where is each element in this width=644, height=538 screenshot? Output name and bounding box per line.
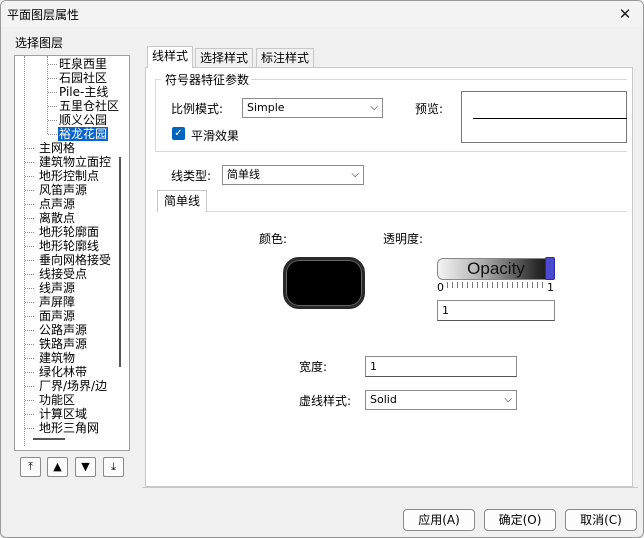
tree-item-child[interactable]: 石园社区 xyxy=(59,71,107,85)
fieldset-border xyxy=(155,79,156,151)
chevron-down-icon: ⌵ xyxy=(370,102,378,113)
tab-line-style[interactable]: 线样式 xyxy=(147,46,194,68)
dash-style-select[interactable]: Solid ⌵ xyxy=(365,390,517,410)
layer-properties-dialog: 平面图层属性 ✕ 选择图层 旺泉西里 石园社区 Pile-主线 五里仓社区 顺义… xyxy=(0,0,644,538)
opacity-slider-handle[interactable] xyxy=(545,257,555,280)
scale-mode-value: Simple xyxy=(247,101,285,114)
tab-selection-style[interactable]: 选择样式 xyxy=(195,48,254,67)
opacity-min: 0 xyxy=(437,281,444,294)
tree-connector xyxy=(47,56,48,134)
tree-item-child[interactable]: 顺义公园 xyxy=(59,113,107,127)
symbolizer-legend: 符号器特征参数 xyxy=(163,71,252,88)
opacity-label: 透明度: xyxy=(383,232,424,246)
tree-item[interactable]: 垂向网格接受 xyxy=(39,253,111,267)
tab-label-style[interactable]: 标注样式 xyxy=(256,48,315,67)
move-down-button[interactable]: ▼ xyxy=(75,457,96,477)
color-label: 颜色: xyxy=(259,232,288,246)
tree-item-child[interactable]: Pile-主线 xyxy=(59,85,108,99)
tree-horizontal-scrollbar[interactable] xyxy=(33,438,65,440)
tree-item[interactable]: 建筑物 xyxy=(39,351,75,365)
tree-item[interactable]: 建筑物立面控 xyxy=(39,155,111,169)
layer-group-label: 选择图层 xyxy=(15,36,64,50)
tab-simple-line[interactable]: 简单线 xyxy=(157,190,207,212)
opacity-max: 1 xyxy=(547,281,554,294)
tree-connector xyxy=(24,56,25,446)
fieldset-border xyxy=(251,79,627,80)
tree-item[interactable]: 地形轮廓面 xyxy=(39,225,99,239)
apply-button[interactable]: 应用(A) xyxy=(403,509,475,531)
panel-border xyxy=(142,487,638,490)
smooth-checkbox[interactable]: ✓ xyxy=(172,127,185,140)
tree-item[interactable]: 点声源 xyxy=(39,197,75,211)
tree-item[interactable]: 功能区 xyxy=(39,393,75,407)
scale-mode-label: 比例模式: xyxy=(171,102,224,116)
tree-item[interactable]: 计算区域 xyxy=(39,407,87,421)
ok-button[interactable]: 确定(O) xyxy=(484,509,556,531)
tree-item[interactable]: 面声源 xyxy=(39,309,75,323)
move-top-button[interactable]: ⤒ xyxy=(20,457,41,477)
preview-box xyxy=(461,91,627,143)
line-type-value: 简单线 xyxy=(227,168,260,181)
tree-vertical-scrollbar[interactable] xyxy=(119,157,121,367)
smooth-label: 平滑效果 xyxy=(191,129,240,143)
subtab-border xyxy=(207,211,627,212)
line-type-select[interactable]: 简单线 ⌵ xyxy=(222,165,364,185)
width-label: 宽度: xyxy=(299,360,328,374)
opacity-ticks xyxy=(447,282,543,288)
title-bar: 平面图层属性 ✕ xyxy=(1,1,643,27)
opacity-slider[interactable]: Opacity xyxy=(437,258,555,280)
cancel-button[interactable]: 取消(C) xyxy=(565,509,637,531)
fieldset-border xyxy=(155,151,627,152)
layer-tree[interactable]: 旺泉西里 石园社区 Pile-主线 五里仓社区 顺义公园 裕龙花园 主网格 建筑… xyxy=(14,55,130,451)
width-input[interactable]: 1 xyxy=(365,356,517,377)
move-bottom-button[interactable]: ⤓ xyxy=(103,457,124,477)
color-swatch-button[interactable] xyxy=(283,257,365,309)
tree-item-child[interactable]: 旺泉西里 xyxy=(59,57,107,71)
tree-item[interactable]: 声屏障 xyxy=(39,295,75,309)
tree-item[interactable]: 离散点 xyxy=(39,211,75,225)
tree-item[interactable]: 主网格 xyxy=(39,141,75,155)
preview-line xyxy=(473,118,627,119)
tree-item[interactable]: 地形控制点 xyxy=(39,169,99,183)
window-title: 平面图层属性 xyxy=(7,8,80,22)
opacity-input[interactable]: 1 xyxy=(437,300,555,321)
tree-item[interactable]: 线声源 xyxy=(39,281,75,295)
tree-item[interactable]: 线接受点 xyxy=(39,267,87,281)
tree-item[interactable]: 公路声源 xyxy=(39,323,87,337)
move-up-button[interactable]: ▲ xyxy=(47,457,68,477)
dash-style-label: 虚线样式: xyxy=(299,394,352,408)
tree-item[interactable]: 风笛声源 xyxy=(39,183,87,197)
tree-item-child[interactable]: 五里仓社区 xyxy=(59,99,119,113)
dash-style-value: Solid xyxy=(370,393,397,406)
scale-mode-select[interactable]: Simple ⌵ xyxy=(242,98,383,118)
tree-item[interactable]: 绿化林带 xyxy=(39,365,87,379)
chevron-down-icon: ⌵ xyxy=(504,394,512,405)
line-type-label: 线类型: xyxy=(171,169,212,183)
tree-item[interactable]: 地形轮廓线 xyxy=(39,239,99,253)
tree-item[interactable]: 地形三角网 xyxy=(39,421,99,435)
tree-item[interactable]: 厂界/场界/边 xyxy=(39,379,107,393)
tree-item-selected[interactable]: 裕龙花园 xyxy=(58,127,109,141)
close-icon[interactable]: ✕ xyxy=(611,4,639,24)
tree-item[interactable]: 铁路声源 xyxy=(39,337,87,351)
preview-label: 预览: xyxy=(415,102,444,116)
chevron-down-icon: ⌵ xyxy=(351,169,359,180)
